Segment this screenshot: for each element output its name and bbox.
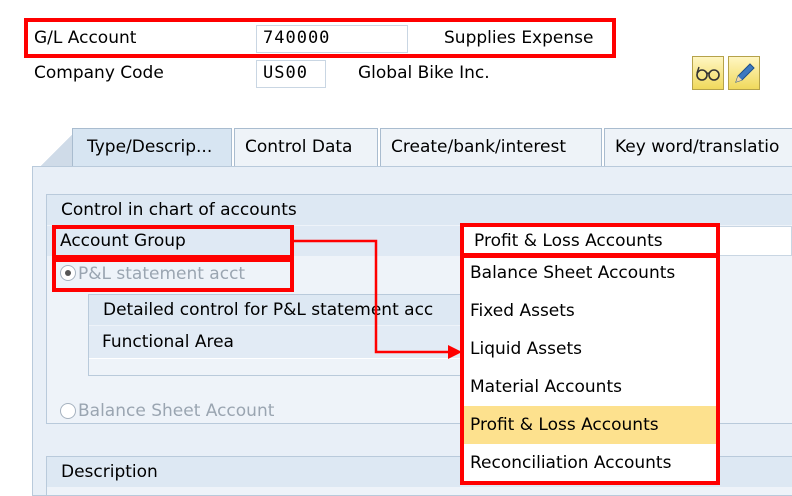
pencil-icon <box>735 63 755 83</box>
detailed-control-title: Detailed control for P&L statement acc <box>89 295 463 325</box>
account-group-highlight <box>52 225 294 259</box>
glasses-icon <box>696 66 720 81</box>
tab-key-word-translation[interactable]: Key word/translatio <box>604 128 792 166</box>
bs-radio-label: Balance Sheet Account <box>78 401 275 421</box>
dropdown-value-highlight <box>460 223 720 257</box>
bs-radio[interactable] <box>60 403 76 419</box>
dropdown-list-highlight <box>460 254 720 485</box>
gl-account-highlight <box>24 18 616 58</box>
pl-radio-highlight <box>52 258 294 292</box>
control-section-title: Control in chart of accounts <box>47 195 792 225</box>
company-code-description: Global Bike Inc. <box>358 63 490 83</box>
tab-control-data[interactable]: Control Data <box>234 128 378 166</box>
company-code-field[interactable]: US00 <box>256 60 326 88</box>
company-code-label: Company Code <box>34 63 164 83</box>
tab-type-description[interactable]: Type/Descrip... <box>72 128 232 166</box>
functional-area-label: Functional Area <box>102 332 234 352</box>
display-button[interactable] <box>692 56 724 90</box>
edit-button[interactable] <box>728 56 760 90</box>
tab-create-bank-interest[interactable]: Create/bank/interest <box>380 128 602 166</box>
